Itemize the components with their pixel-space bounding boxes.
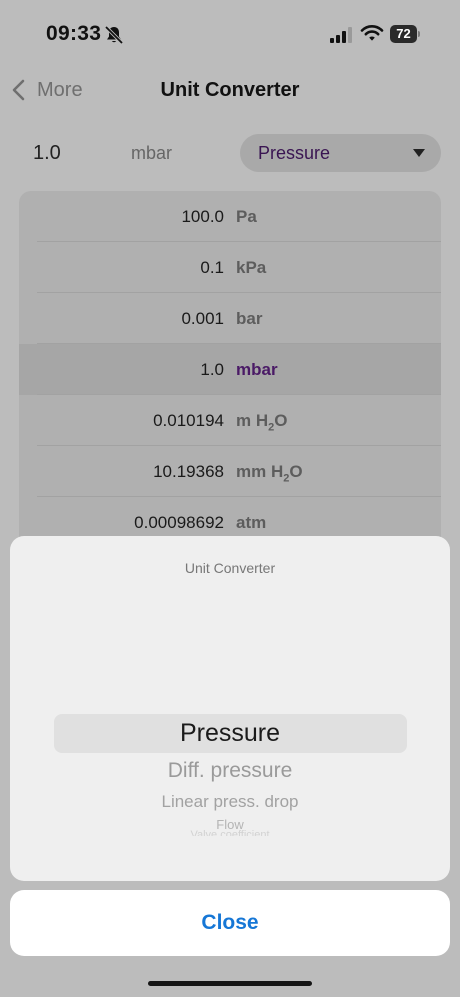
results-list: 100.0 Pa 0.1 kPa 0.001 bar 1.0 mbar 0.01… [19, 191, 441, 541]
battery-level: 72 [390, 25, 417, 43]
result-row-mbar[interactable]: 1.0 mbar [19, 344, 441, 395]
battery-tip [418, 31, 420, 37]
result-row-pa[interactable]: 100.0 Pa [19, 191, 441, 242]
close-button[interactable]: Close [10, 890, 450, 956]
result-unit: Pa [236, 207, 257, 226]
chevron-left-icon [12, 79, 25, 101]
result-row-atm[interactable]: 0.00098692 atm [19, 497, 441, 541]
home-indicator[interactable] [148, 981, 312, 986]
status-time: 09:33 [46, 22, 102, 45]
result-row-kpa[interactable]: 0.1 kPa [19, 242, 441, 293]
cellular-signal-icon [330, 27, 352, 43]
result-value: 0.1 [200, 258, 224, 277]
bell-slash-icon [104, 25, 124, 45]
unit-tail: O [274, 411, 288, 430]
result-value: 10.19368 [153, 462, 224, 481]
status-bar: 09:33 72 [0, 0, 460, 64]
picker-title: Unit Converter [184, 560, 276, 576]
result-value: 0.00098692 [134, 513, 224, 532]
result-value: 100.0 [181, 207, 224, 226]
picker-option-linear-press-drop[interactable]: Linear press. drop [10, 792, 450, 812]
result-value: 0.001 [181, 309, 224, 328]
input-unit-selector[interactable]: mbar [131, 140, 172, 166]
unit-main: mm H [236, 462, 284, 481]
category-dropdown-label: Pressure [258, 143, 331, 163]
picker-option-diff-pressure[interactable]: Diff. pressure [10, 759, 450, 783]
result-unit-selected: mbar [236, 360, 278, 379]
result-value: 0.010194 [153, 411, 224, 430]
result-row-mm-h2o[interactable]: 10.19368 mm H2O [19, 446, 441, 497]
picker-option-valve-coefficient[interactable]: Valve coefficient [10, 829, 450, 836]
wifi-icon [360, 25, 384, 41]
category-picker-sheet: Unit Converter Pressure Diff. pressure L… [10, 536, 450, 881]
back-button-label: More [37, 78, 83, 101]
result-row-bar[interactable]: 0.001 bar [19, 293, 441, 344]
input-value-field[interactable]: 1.0 [33, 140, 61, 166]
category-dropdown[interactable]: Pressure [240, 134, 441, 172]
result-unit: bar [236, 309, 263, 328]
battery-icon: 72 [390, 25, 420, 43]
back-button[interactable]: More [10, 76, 83, 104]
close-button-label: Close [201, 911, 259, 934]
unit-main: m H [236, 411, 269, 430]
picker-option-pressure[interactable]: Pressure [10, 719, 450, 748]
result-value: 1.0 [200, 360, 224, 379]
result-unit: atm [236, 513, 267, 532]
result-row-m-h2o[interactable]: 0.010194 m H2O [19, 395, 441, 446]
unit-tail: O [289, 462, 303, 481]
result-unit: kPa [236, 258, 267, 277]
caret-down-icon [413, 149, 425, 157]
